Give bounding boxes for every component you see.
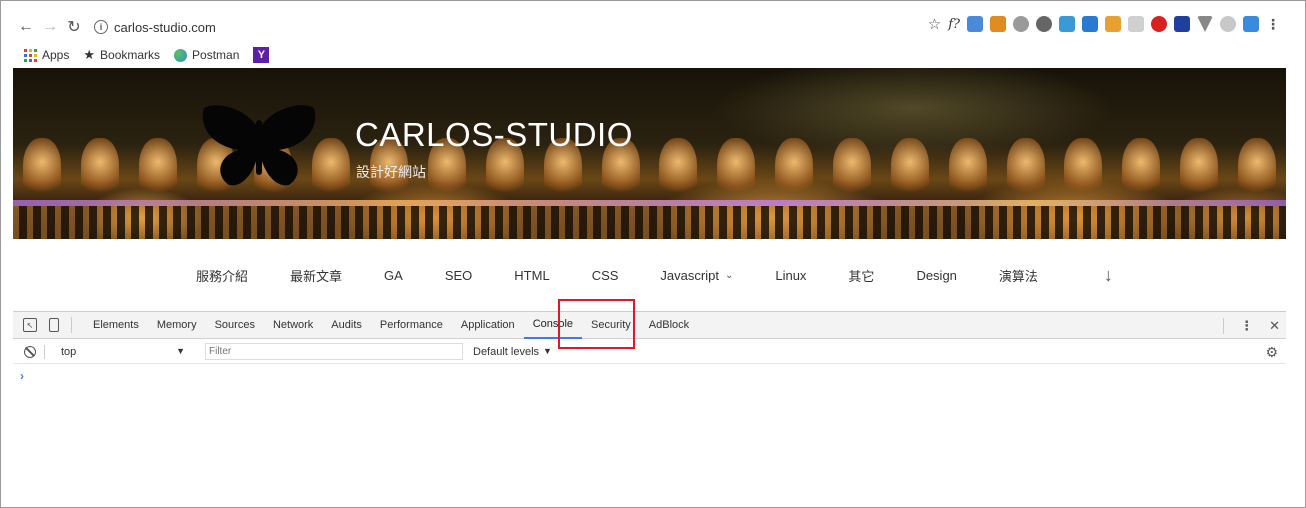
star-filled-icon: ★ [83, 47, 96, 62]
extension-icon[interactable] [1013, 16, 1029, 32]
extension-icon[interactable] [1197, 16, 1213, 32]
nav-label: CSS [591, 267, 619, 283]
nav-label: 演算法 [998, 268, 1038, 284]
dropdown-arrow-icon: ▼ [543, 345, 552, 356]
extension-icon[interactable] [1174, 16, 1190, 32]
nav-label: Linux [775, 267, 807, 283]
gear-icon[interactable]: ⚙ [1265, 344, 1278, 361]
nav-label: 服務介紹 [196, 268, 249, 284]
extension-icon[interactable] [1243, 16, 1259, 32]
butterfly-logo [202, 105, 316, 186]
console-prompt[interactable]: › [20, 369, 24, 383]
tab-sources[interactable]: Sources [206, 312, 264, 339]
extension-icon[interactable] [990, 16, 1006, 32]
nav-item-css[interactable]: CSS [592, 268, 619, 283]
bookmark-postman[interactable]: Postman [174, 48, 239, 62]
close-icon[interactable]: ✕ [1269, 318, 1280, 334]
back-icon[interactable]: ← [14, 15, 38, 39]
arrow-down-icon[interactable]: ↓ [1104, 265, 1113, 286]
devtools-panel: ↖ Elements Memory Sources Network Audits… [13, 299, 1286, 507]
bookmark-label: Bookmarks [100, 48, 161, 62]
inspect-icon[interactable]: ↖ [23, 318, 37, 332]
clear-console-icon[interactable] [24, 345, 36, 358]
url-text: carlos-studio.com [114, 19, 216, 35]
nav-item-seo[interactable]: SEO [445, 268, 472, 283]
nav-item-algorithms[interactable]: 演算法 [999, 266, 1038, 285]
tab-performance[interactable]: Performance [371, 312, 452, 339]
devtools-actions: ⋮ ✕ [1223, 312, 1280, 339]
levels-label: Default levels [473, 345, 540, 358]
tab-audits[interactable]: Audits [322, 312, 371, 339]
bookmark-label: Postman [192, 48, 240, 62]
bookmark-apps[interactable]: Apps [24, 48, 69, 62]
nav-label: SEO [444, 267, 473, 283]
divider [1223, 317, 1225, 334]
function-icon[interactable]: f? [948, 17, 960, 32]
nav-item-design[interactable]: Design [916, 268, 956, 283]
bookmark-bookmarks[interactable]: ★ Bookmarks [83, 47, 160, 63]
extension-icon[interactable] [1082, 16, 1098, 32]
extension-icon[interactable] [1036, 16, 1052, 32]
devtools-tab-bar: ↖ Elements Memory Sources Network Audits… [13, 312, 1286, 339]
tab-network[interactable]: Network [264, 312, 322, 339]
bookmark-yahoo[interactable]: Y [253, 47, 270, 63]
divider [44, 344, 45, 359]
nav-item-linux[interactable]: Linux [775, 268, 806, 283]
browser-toolbar: ← → ↻ i carlos-studio.com ☆ f? ⋮ [14, 10, 1286, 44]
extension-icon[interactable] [1151, 16, 1167, 32]
extension-icon[interactable] [1128, 16, 1144, 32]
divider [71, 317, 72, 333]
extension-icon[interactable] [1059, 16, 1075, 32]
extension-icon[interactable] [967, 16, 983, 32]
nav-label: HTML [514, 267, 550, 283]
nav-label: 其它 [848, 268, 875, 284]
nav-label: Design [916, 267, 957, 283]
nav-label: Javascript [660, 267, 719, 283]
extension-icons: ☆ f? ⋮ [928, 15, 1280, 34]
tab-adblock[interactable]: AdBlock [640, 312, 698, 339]
chevron-down-icon: ⌄ [724, 269, 734, 281]
site-nav: 服務介紹 最新文章 GA SEO HTML CSS Javascript ⌄ Li… [196, 264, 1113, 286]
extension-icon[interactable] [1220, 16, 1236, 32]
tab-application[interactable]: Application [452, 312, 524, 339]
address-bar[interactable]: i carlos-studio.com [94, 15, 216, 39]
nav-item-html[interactable]: HTML [514, 268, 549, 283]
banner-reflection [13, 206, 1286, 239]
nav-item-services[interactable]: 服務介紹 [196, 266, 248, 285]
nav-item-latest[interactable]: 最新文章 [290, 266, 342, 285]
postman-icon [174, 48, 188, 62]
info-icon[interactable]: i [94, 20, 108, 34]
reload-icon[interactable]: ↻ [62, 15, 86, 39]
yahoo-icon: Y [253, 47, 270, 63]
nav-item-ga[interactable]: GA [384, 268, 403, 283]
device-toolbar-icon[interactable] [49, 318, 59, 332]
extension-icon[interactable] [1105, 16, 1121, 32]
log-levels-select[interactable]: Default levels ▼ [473, 346, 552, 358]
forward-icon[interactable]: → [38, 15, 62, 39]
context-value: top [61, 345, 77, 358]
site-banner: CARLOS-STUDIO 設計好網站 [13, 68, 1286, 239]
star-icon[interactable]: ☆ [928, 15, 941, 33]
site-title[interactable]: CARLOS-STUDIO [355, 116, 633, 154]
nav-label: 最新文章 [290, 268, 343, 284]
console-toolbar: top ▼ Default levels ▼ ⚙ [13, 340, 1286, 364]
nav-item-javascript[interactable]: Javascript ⌄ [660, 268, 733, 283]
tab-elements[interactable]: Elements [84, 312, 148, 339]
nav-item-other[interactable]: 其它 [848, 266, 874, 285]
nav-label: GA [384, 267, 403, 283]
context-select[interactable]: top ▼ [61, 346, 191, 358]
more-options-icon[interactable]: ⋮ [1240, 318, 1253, 334]
apps-icon [24, 48, 37, 62]
bookmark-label: Apps [42, 48, 70, 62]
menu-icon[interactable]: ⋮ [1266, 16, 1280, 33]
bookmarks-bar: Apps ★ Bookmarks Postman Y [24, 45, 270, 65]
dropdown-arrow-icon: ▼ [176, 345, 185, 356]
console-filter-input[interactable] [205, 343, 463, 360]
site-subtitle: 設計好網站 [356, 165, 426, 181]
tab-memory[interactable]: Memory [148, 312, 206, 339]
